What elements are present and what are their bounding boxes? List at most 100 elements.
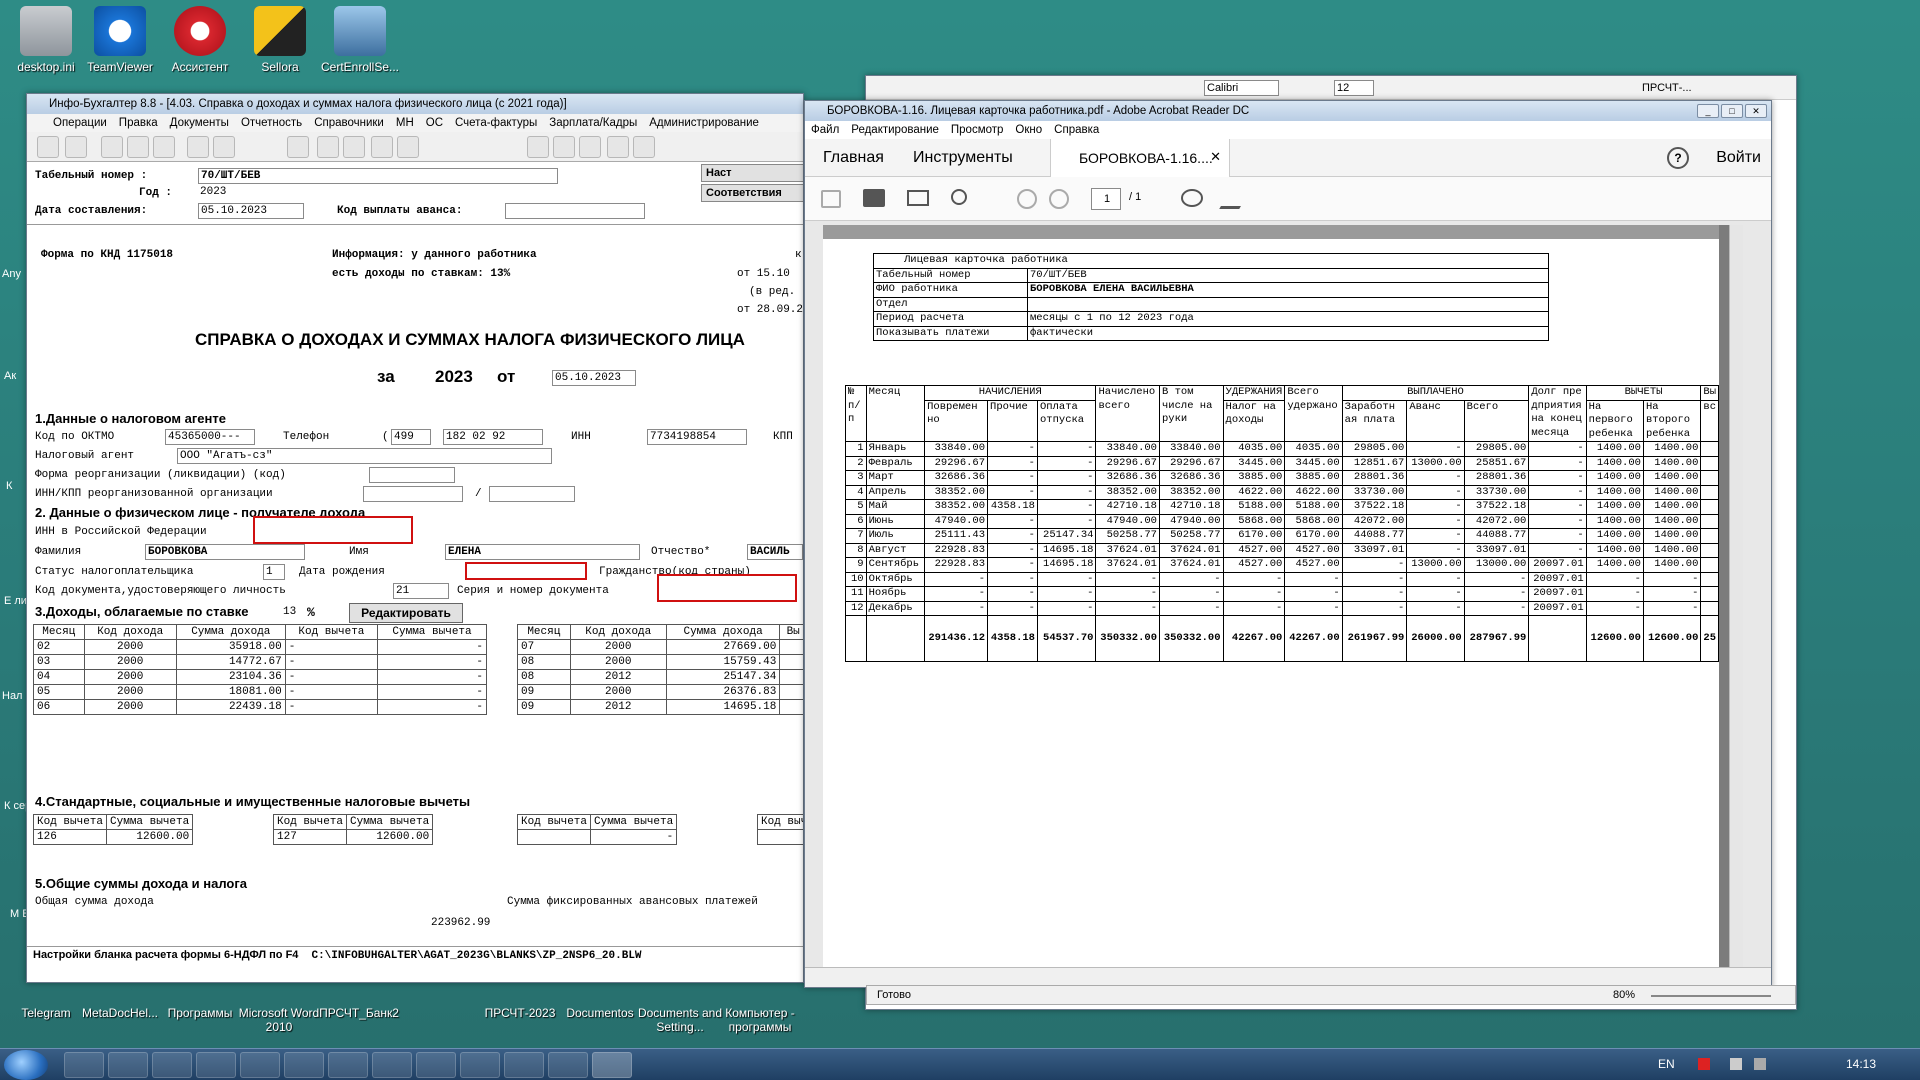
menu-edit[interactable]: Редактирование xyxy=(845,124,945,136)
taskbar-monitor-icon[interactable] xyxy=(416,1052,456,1078)
page-down-icon[interactable] xyxy=(1049,189,1069,209)
menu-salary[interactable]: Зарплата/Кадры xyxy=(543,117,643,129)
table-row[interactable]: 09 2000 26376.83 xyxy=(517,684,803,700)
table-row[interactable]: 03 2000 14772.67- - xyxy=(33,654,487,670)
table-row[interactable]: 09 2012 14695.18 xyxy=(517,699,803,715)
update-icon[interactable] xyxy=(607,136,629,158)
desktop-icon-programs[interactable]: Программы xyxy=(154,980,246,1020)
desktop-icon-computer-programs[interactable]: Компьютер - программы xyxy=(714,980,806,1034)
desktop-icon-sellora[interactable]: Sellora xyxy=(234,6,326,74)
mail-icon[interactable] xyxy=(907,190,929,206)
menu-view[interactable]: Просмотр xyxy=(945,124,1010,136)
menu-edit[interactable]: Правка xyxy=(113,117,164,129)
font-size-select[interactable]: 12 xyxy=(1334,80,1374,96)
excel-icon[interactable] xyxy=(343,136,365,158)
pen-icon[interactable] xyxy=(1219,189,1251,209)
desktop-icon-assistant[interactable]: Ассистент xyxy=(154,6,246,74)
taskbar-calc-icon[interactable] xyxy=(504,1052,544,1078)
doc-code-field[interactable]: 21 xyxy=(393,583,449,599)
infobuh-window[interactable]: Инфо-Бухгалтер 8.8 - [4.03. Справка о до… xyxy=(26,93,804,983)
oktmo-field[interactable]: 45365000--- xyxy=(165,429,255,445)
taskbar-sellora-icon[interactable] xyxy=(460,1052,500,1078)
vertical-scrollbar[interactable] xyxy=(1729,225,1743,970)
zoom-slider[interactable] xyxy=(1651,995,1771,997)
edit-button[interactable]: Редактировать xyxy=(349,603,463,623)
document-viewer[interactable]: Лицевая карточка работника Табельный ном… xyxy=(823,225,1743,983)
compass-icon[interactable] xyxy=(579,136,601,158)
taskbar-explorer-icon[interactable] xyxy=(108,1052,148,1078)
avans-code-field[interactable] xyxy=(505,203,645,219)
inn-field[interactable]: 7734198854 xyxy=(647,429,747,445)
comment-icon[interactable] xyxy=(1181,189,1203,207)
tab-number-field[interactable]: 70/ШТ/БЕВ xyxy=(198,168,558,184)
close-button[interactable]: ✕ xyxy=(1745,104,1767,118)
patronymic-field[interactable]: ВАСИЛЬ xyxy=(747,544,803,560)
close-tab-icon[interactable]: ✕ xyxy=(1210,149,1221,165)
menu-documents[interactable]: Документы xyxy=(164,117,235,129)
table-row[interactable]: 126 12600.00 xyxy=(32,829,194,845)
login-button[interactable]: Войти xyxy=(1716,149,1761,167)
maximize-button[interactable]: □ xyxy=(1721,104,1743,118)
table-row[interactable]: - xyxy=(516,829,678,845)
taskbar-yandex-icon[interactable] xyxy=(372,1052,412,1078)
open-folder-icon[interactable] xyxy=(371,136,393,158)
page-up-icon[interactable] xyxy=(1017,189,1037,209)
help-pointer-icon[interactable] xyxy=(553,136,575,158)
settings-button[interactable]: Наст xyxy=(701,164,803,182)
minimize-button[interactable]: _ xyxy=(1697,104,1719,118)
add-icon[interactable] xyxy=(187,136,209,158)
table-row[interactable]: 04 2000 23104.36- - xyxy=(33,669,487,685)
table-row[interactable]: 06 2000 22439.18- - xyxy=(33,699,487,715)
birthdate-field[interactable] xyxy=(465,562,587,580)
table-row[interactable]: 07 2000 27669.00 xyxy=(517,639,803,655)
taskbar-chrome-icon[interactable] xyxy=(152,1052,192,1078)
delete-icon[interactable] xyxy=(213,136,235,158)
tab-tools[interactable]: Инструменты xyxy=(913,149,1013,167)
person-inn-field[interactable] xyxy=(253,516,413,544)
cut-icon[interactable] xyxy=(101,136,123,158)
date-field[interactable]: 05.10.2023 xyxy=(198,203,304,219)
table-row[interactable]: 02 2000 35918.00- - xyxy=(33,639,487,655)
desktop-icon-prscht-bank2[interactable]: ПРСЧТ_Банк2 xyxy=(314,980,404,1020)
phone-field[interactable]: 182 02 92 xyxy=(443,429,543,445)
menu-mn[interactable]: МН xyxy=(390,117,420,129)
table-row[interactable]: 08 2012 25147.34 xyxy=(517,669,803,685)
antivirus-icon[interactable] xyxy=(1698,1058,1710,1070)
menu-directories[interactable]: Справочники xyxy=(308,117,390,129)
menu-os[interactable]: ОС xyxy=(420,117,449,129)
from-date-field[interactable]: 05.10.2023 xyxy=(552,370,636,386)
page-number-input[interactable]: 1 xyxy=(1091,188,1121,210)
taskbar-ie-icon[interactable] xyxy=(64,1052,104,1078)
network-icon[interactable] xyxy=(1730,1058,1742,1070)
menu-operations[interactable]: Операции xyxy=(27,117,113,129)
desktop-icon-prscht-2023[interactable]: ПРСЧТ-2023 xyxy=(474,980,566,1020)
copy-icon[interactable] xyxy=(127,136,149,158)
tab-home[interactable]: Главная xyxy=(823,149,884,167)
font-select[interactable]: Calibri xyxy=(1204,80,1279,96)
menu-reports[interactable]: Отчетность xyxy=(235,117,308,129)
name-field[interactable]: ЕЛЕНА xyxy=(445,544,640,560)
taskbar-word-icon[interactable] xyxy=(284,1052,324,1078)
doc-series-field[interactable] xyxy=(657,574,797,602)
menu-invoices[interactable]: Счета-фактуры xyxy=(449,117,543,129)
acrobat-window[interactable]: БОРОВКОВА-1.16. Лицевая карточка работни… xyxy=(804,100,1772,988)
phone-code-field[interactable]: 499 xyxy=(391,429,431,445)
save-icon[interactable] xyxy=(397,136,419,158)
print-icon[interactable] xyxy=(863,189,885,207)
menu-window[interactable]: Окно xyxy=(1009,124,1048,136)
desktop-icon-documentos[interactable]: Documentos xyxy=(554,980,646,1020)
desktop-icon-metadoc[interactable]: MetaDocHel... xyxy=(74,980,166,1020)
reorg-kpp-field[interactable] xyxy=(489,486,575,502)
filter-icon[interactable] xyxy=(65,136,87,158)
help-icon[interactable] xyxy=(527,136,549,158)
pdf-icon[interactable] xyxy=(317,136,339,158)
taskbar-app-icon[interactable] xyxy=(196,1052,236,1078)
menu-file[interactable]: Файл xyxy=(805,124,845,136)
table-row[interactable]: 05 2000 18081.00- - xyxy=(33,684,487,700)
taskbar-acrobat-icon[interactable] xyxy=(592,1052,632,1078)
menu-admin[interactable]: Администрирование xyxy=(643,117,765,129)
form-icon[interactable] xyxy=(37,136,59,158)
taskbar-save-icon[interactable] xyxy=(328,1052,368,1078)
taskbar-excel-icon[interactable] xyxy=(240,1052,280,1078)
desktop-icon-teamviewer[interactable]: TeamViewer xyxy=(74,6,166,74)
